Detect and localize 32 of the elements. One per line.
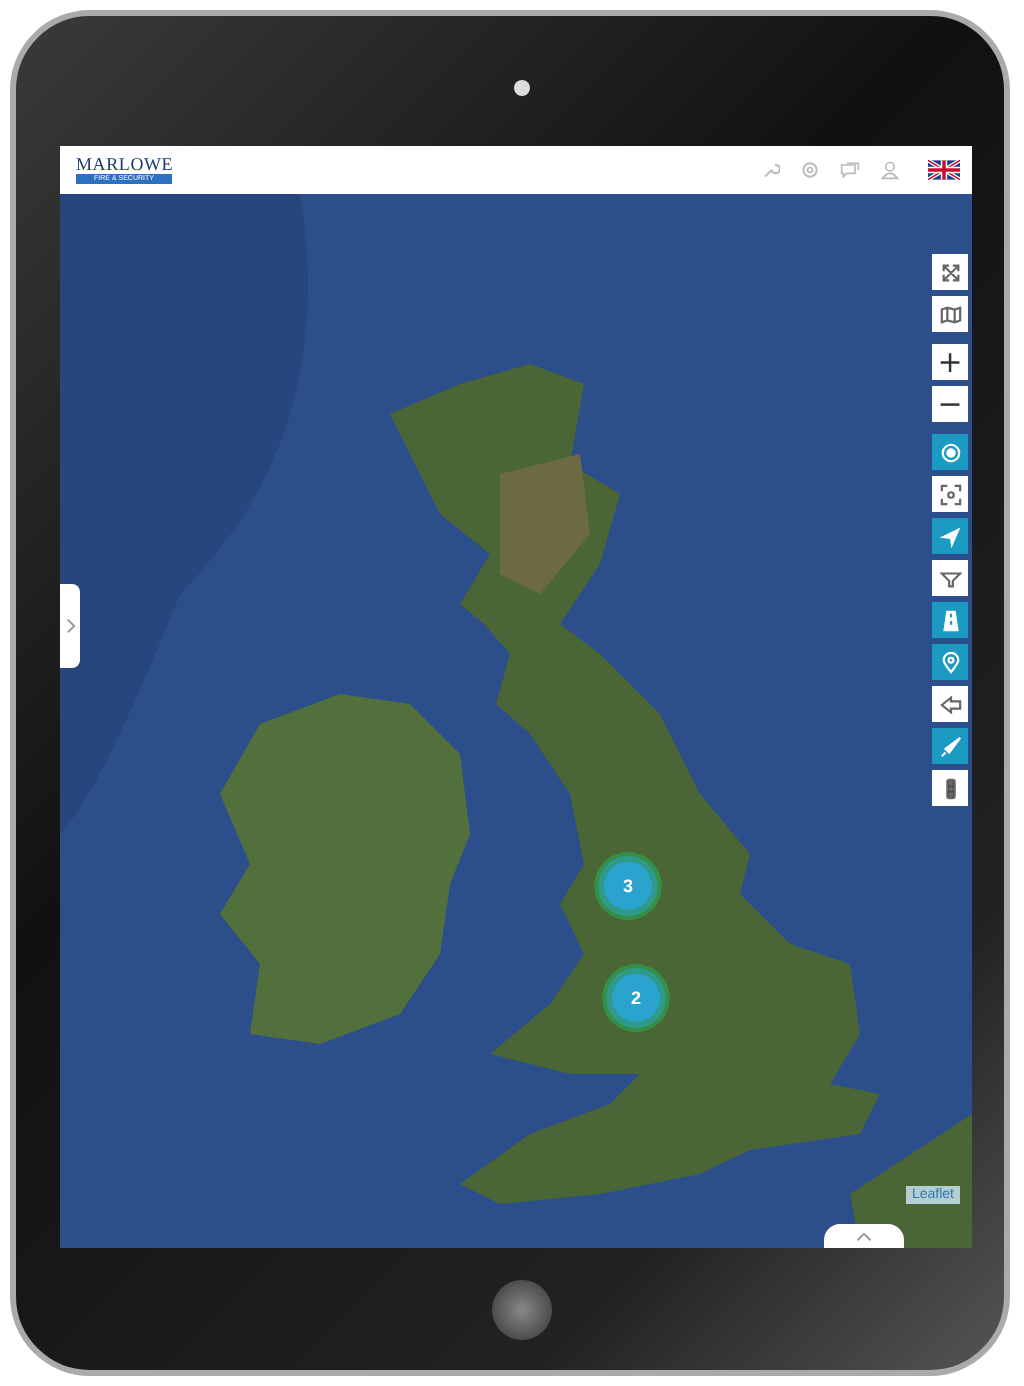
- road-button[interactable]: [932, 602, 968, 638]
- pin-icon: [939, 651, 961, 673]
- navigate-icon: [939, 525, 961, 547]
- home-button[interactable]: [492, 1280, 552, 1340]
- flag-icon[interactable]: [928, 160, 960, 180]
- chat-icon[interactable]: [840, 160, 860, 180]
- zoom-in-button[interactable]: +: [932, 344, 968, 380]
- traffic-button[interactable]: [932, 770, 968, 806]
- chevron-up-icon: [856, 1231, 872, 1241]
- fullscreen-icon: [939, 261, 961, 283]
- send-button[interactable]: [932, 728, 968, 764]
- fullscreen-button[interactable]: [932, 254, 968, 290]
- road-icon: [939, 609, 961, 631]
- radar-icon: [939, 441, 961, 463]
- bottom-panel-tab[interactable]: [824, 1224, 904, 1248]
- map-button[interactable]: [932, 296, 968, 332]
- back-button[interactable]: [932, 686, 968, 722]
- filter-button[interactable]: [932, 560, 968, 596]
- settings-icon[interactable]: [800, 160, 820, 180]
- zoom-out-button[interactable]: −: [932, 386, 968, 422]
- navigate-button[interactable]: [932, 518, 968, 554]
- user-icon[interactable]: [880, 160, 900, 180]
- focus-icon: [939, 483, 961, 505]
- pin-button[interactable]: [932, 644, 968, 680]
- filter-icon: [939, 567, 961, 589]
- chevron-right-icon: [65, 618, 75, 634]
- radar-button[interactable]: [932, 434, 968, 470]
- map-icon: [939, 303, 961, 325]
- back-icon: [939, 693, 961, 715]
- camera-icon: [514, 80, 530, 96]
- side-panel-handle[interactable]: [60, 584, 80, 668]
- focus-button[interactable]: [932, 476, 968, 512]
